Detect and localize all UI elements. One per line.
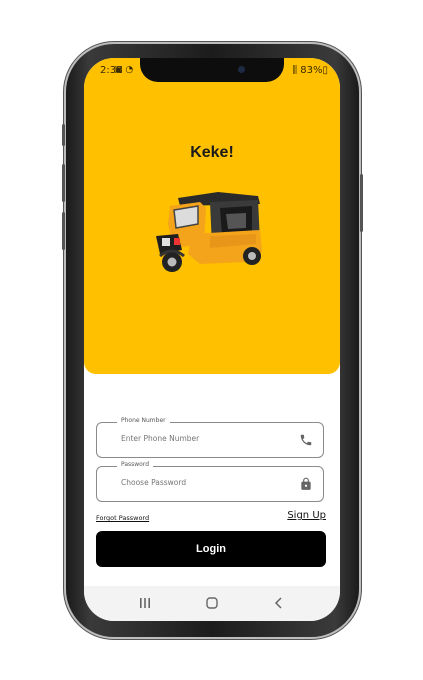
phone-number-field[interactable]: Phone Number xyxy=(96,417,324,458)
power-button xyxy=(360,174,363,232)
password-field[interactable]: Password xyxy=(96,461,324,502)
app-title: Keke! xyxy=(190,144,234,161)
mute-switch xyxy=(62,124,65,146)
sign-up-link[interactable]: Sign Up xyxy=(287,510,326,521)
phone-icon xyxy=(300,434,312,446)
password-input[interactable] xyxy=(121,478,291,487)
login-button[interactable]: Login xyxy=(96,531,326,567)
volume-down-button xyxy=(62,212,65,250)
display-notch xyxy=(140,58,284,82)
password-label: Password xyxy=(117,461,154,468)
phone-number-input[interactable] xyxy=(121,434,291,443)
back-icon[interactable] xyxy=(272,596,286,610)
system-nav-bar xyxy=(84,586,340,621)
app-screen: 2:38 ▣ ◔ ⫼ 83%▯ Keke! Phone Number Enter… xyxy=(84,58,340,621)
home-icon[interactable] xyxy=(205,596,219,610)
recents-icon[interactable] xyxy=(138,596,152,610)
lock-icon xyxy=(301,477,311,490)
volume-up-button xyxy=(62,164,65,202)
front-camera xyxy=(238,66,245,73)
auto-rickshaw-illustration xyxy=(156,192,262,272)
notification-icons: ▣ ◔ xyxy=(114,65,134,75)
phone-number-label: Phone Number xyxy=(117,417,170,424)
hero-banner: 2:38 ▣ ◔ ⫼ 83%▯ Keke! xyxy=(84,58,340,374)
forgot-password-link[interactable]: Forgot Password xyxy=(96,514,149,522)
battery-status: ⫼ 83%▯ xyxy=(292,65,328,76)
